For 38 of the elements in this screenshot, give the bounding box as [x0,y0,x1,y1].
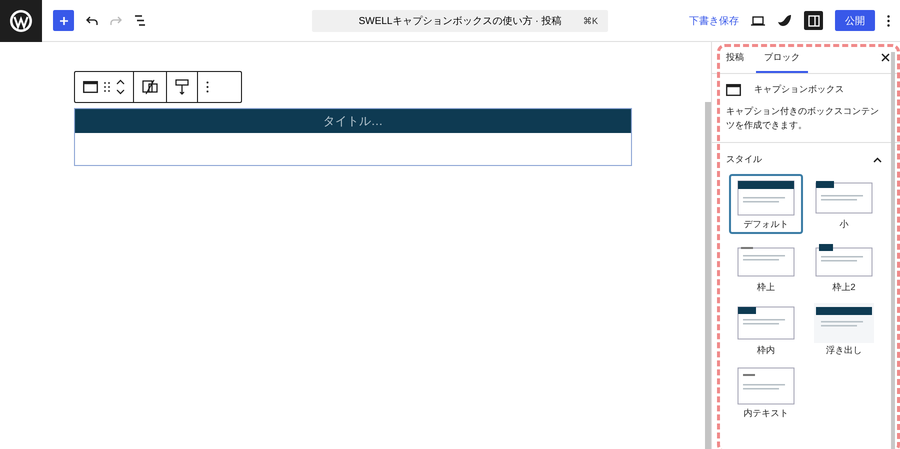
section-heading: スタイル [726,153,762,166]
style-option[interactable]: 浮き出し [807,300,881,360]
style-preview-drawing [811,303,877,343]
caption-title-placeholder[interactable]: タイトル… [75,109,631,133]
sidebar-tab[interactable]: 投稿 [726,42,752,73]
block-description: キャプション付きのボックスコンテンツを作成できます。 [726,105,880,132]
style-option[interactable]: 枠内 [729,300,803,360]
collapse-icon[interactable] [873,156,882,162]
caption-box-icon [726,84,741,96]
caption-box[interactable]: タイトル… [74,108,632,166]
paint-roller-icon[interactable] [175,79,189,95]
settings-icon[interactable] [804,11,823,30]
wordpress-logo[interactable] [0,0,42,42]
style-option[interactable]: 内テキスト [729,363,803,423]
more-options-icon[interactable] [206,81,209,93]
publish-button[interactable]: 公開 [835,10,875,31]
move-up-down-icon[interactable] [116,79,125,95]
more-options-icon[interactable] [887,14,890,26]
block-name: キャプションボックス [754,83,844,96]
add-block-button[interactable] [53,10,74,31]
undo-icon[interactable] [86,16,98,26]
command-bar[interactable]: SWELLキャプションボックスの使い方 · 投稿 ⌘K [312,10,608,32]
plus-icon [58,16,68,26]
style-option[interactable]: 枠上2 [807,237,881,297]
drag-handle-icon[interactable] [104,82,110,92]
caption-box-icon[interactable] [83,81,98,93]
list-view-icon[interactable] [134,15,146,26]
save-draft-link[interactable]: 下書き保存 [689,14,739,28]
leaf-icon[interactable] [777,14,792,27]
style-option[interactable]: 枠上 [729,237,803,297]
style-option[interactable]: デフォルト [729,174,803,234]
scrollbar[interactable] [705,102,711,449]
desktop-preview-icon[interactable] [751,16,765,26]
style-option[interactable]: 小 [807,174,881,234]
block-style-icon[interactable] [142,79,158,95]
scrollbar[interactable] [891,52,895,449]
sidebar-tab[interactable]: ブロック [756,42,808,73]
shortcut-label: ⌘K [582,16,598,26]
